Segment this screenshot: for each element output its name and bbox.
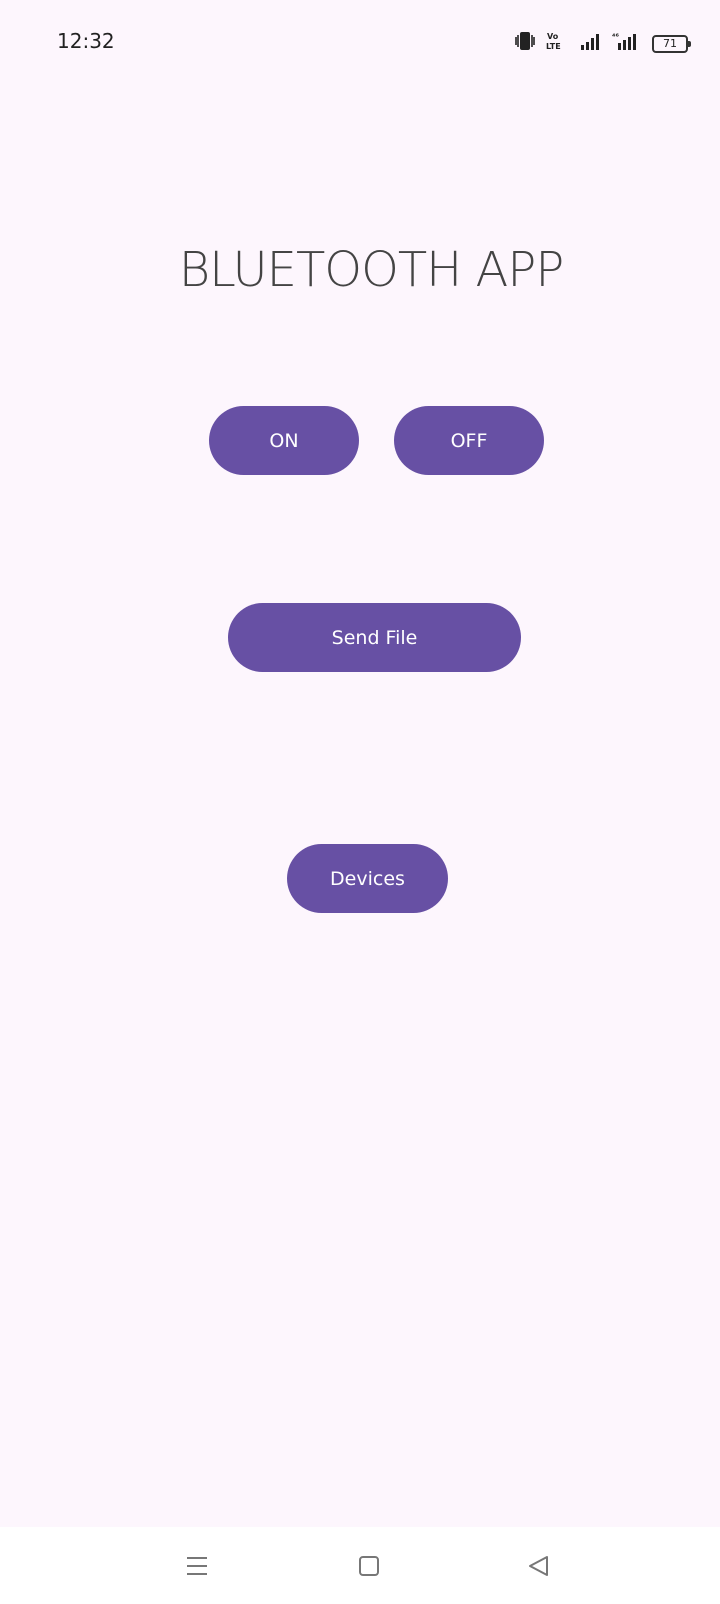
battery-icon: 71 <box>652 34 691 53</box>
navigation-bar <box>0 1527 720 1604</box>
devices-button[interactable]: Devices <box>287 844 448 913</box>
back-icon[interactable] <box>524 1551 554 1581</box>
menu-icon[interactable] <box>182 1551 212 1581</box>
svg-text:LTE: LTE <box>546 42 561 51</box>
volte-icon: Vo LTE <box>546 30 570 57</box>
off-button[interactable]: OFF <box>394 406 544 475</box>
status-icons: Vo LTE ⁴⁶ 71 <box>514 30 691 57</box>
signal-icon <box>580 31 602 56</box>
4g-signal-icon: ⁴⁶ <box>612 31 638 56</box>
status-time: 12:32 <box>57 29 115 53</box>
home-icon[interactable] <box>354 1551 384 1581</box>
battery-level: 71 <box>663 37 677 50</box>
app-title: BLUETOOTH APP <box>178 242 565 298</box>
vibrate-icon <box>514 30 536 57</box>
status-bar: 12:32 Vo LTE ⁴⁶ 71 <box>0 0 720 84</box>
send-file-button[interactable]: Send File <box>228 603 521 672</box>
svg-text:⁴⁶: ⁴⁶ <box>612 32 620 41</box>
svg-text:Vo: Vo <box>547 32 559 41</box>
on-button[interactable]: ON <box>209 406 359 475</box>
